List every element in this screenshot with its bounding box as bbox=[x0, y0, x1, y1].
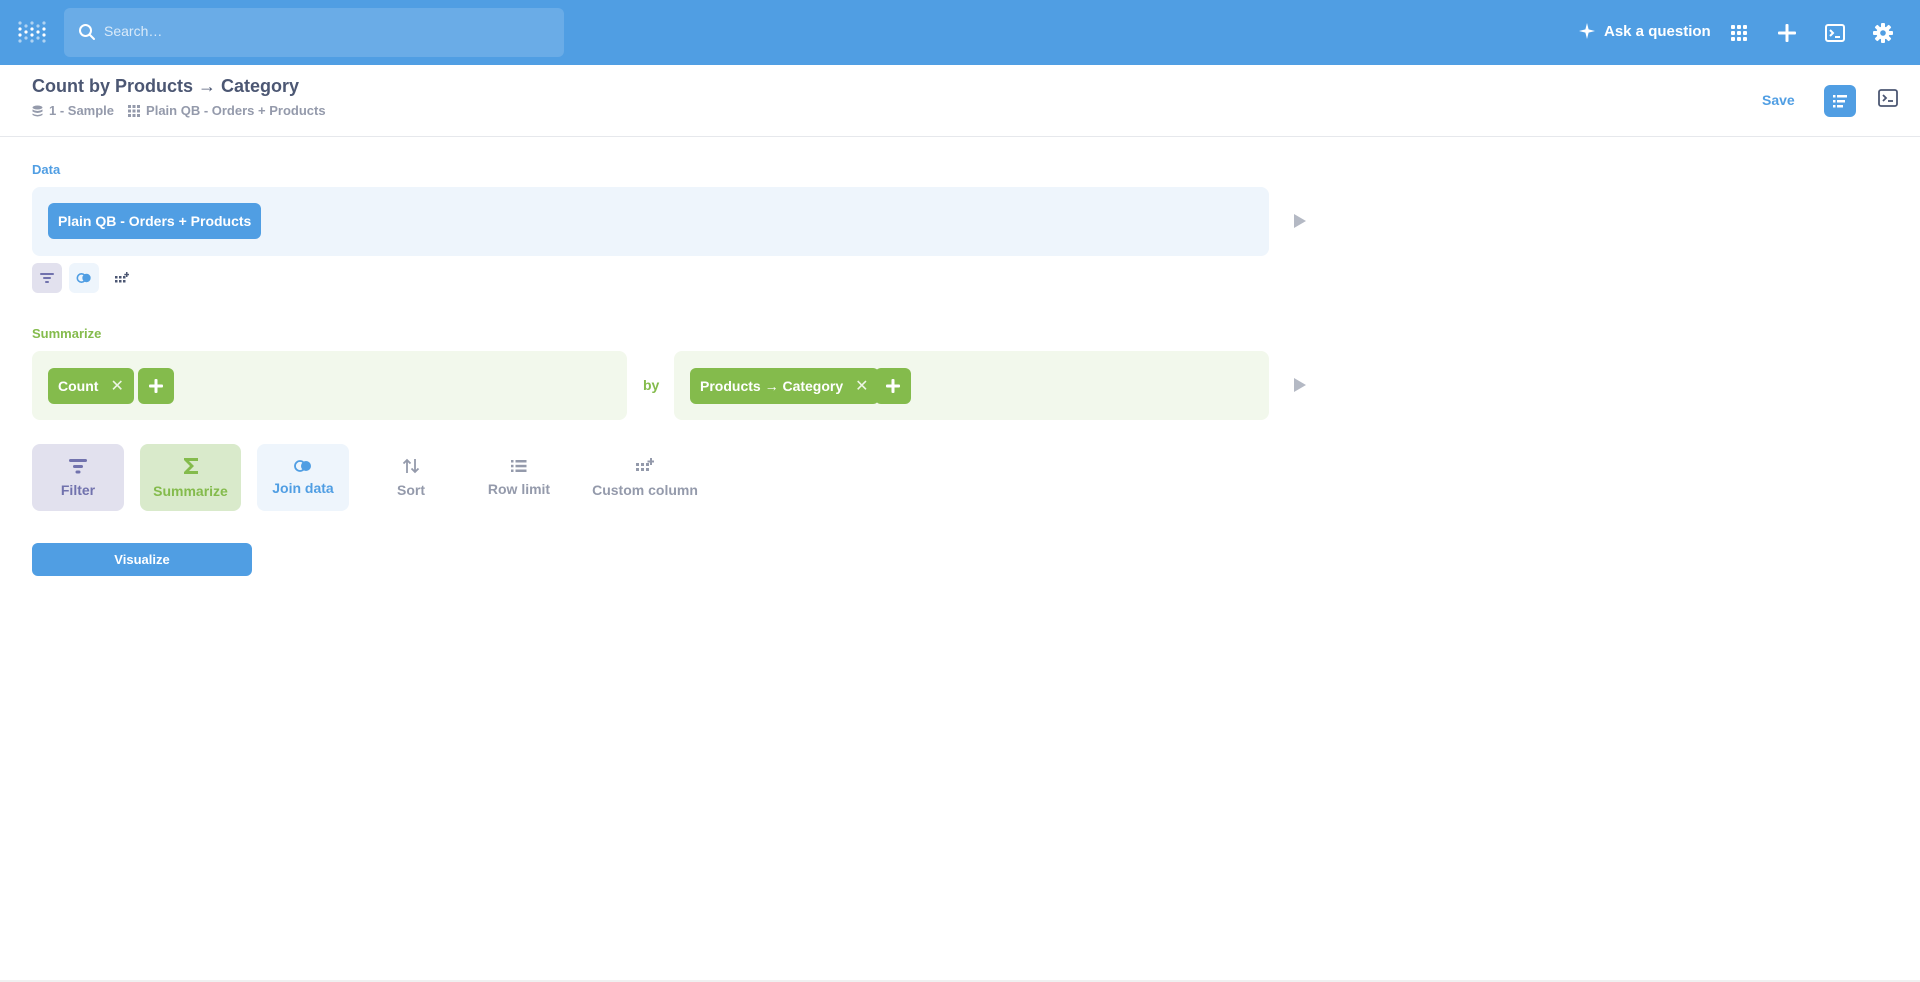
sql-editor-icon[interactable] bbox=[1878, 88, 1898, 108]
join-data-step-button[interactable]: Join data bbox=[257, 444, 349, 511]
mini-filter-button[interactable] bbox=[32, 263, 62, 293]
breadcrumb-table[interactable]: Plain QB - Orders + Products bbox=[128, 103, 326, 118]
metric-pill-count[interactable]: Count ✕ bbox=[48, 368, 134, 404]
visualize-button[interactable]: Visualize bbox=[32, 543, 252, 576]
join-icon bbox=[76, 273, 91, 283]
sort-icon bbox=[402, 458, 420, 473]
filter-step-label: Filter bbox=[60, 481, 96, 498]
custom-column-step-button[interactable]: Custom column bbox=[581, 444, 709, 511]
notebook-icon bbox=[1833, 95, 1847, 108]
join-icon bbox=[294, 459, 311, 472]
filter-icon bbox=[69, 458, 87, 473]
sigma-icon bbox=[183, 457, 198, 474]
sparkle-icon bbox=[1579, 23, 1595, 39]
database-icon bbox=[32, 105, 43, 116]
ask-question-label: Ask a question bbox=[1604, 22, 1711, 40]
mini-join-button[interactable] bbox=[69, 263, 99, 293]
by-label: by bbox=[643, 377, 660, 393]
search-bar[interactable]: Search… bbox=[64, 8, 564, 57]
preview-data-arrow[interactable] bbox=[1294, 214, 1306, 228]
save-button[interactable]: Save bbox=[1762, 92, 1795, 108]
row-limit-step-label: Row limit bbox=[487, 480, 551, 497]
row-limit-step-button[interactable]: Row limit bbox=[473, 444, 565, 511]
metabase-logo-icon[interactable] bbox=[18, 18, 46, 46]
remove-breakout-close-icon[interactable]: ✕ bbox=[855, 376, 868, 396]
breadcrumb-database-label: 1 - Sample bbox=[49, 103, 115, 118]
breakout-pill-category[interactable]: Products → Category ✕ bbox=[690, 368, 879, 404]
filter-icon bbox=[40, 273, 54, 283]
add-column-icon bbox=[636, 457, 654, 471]
add-metric-button[interactable] bbox=[138, 368, 174, 404]
question-header: Count by Products → Category 1 - Sample … bbox=[0, 65, 1920, 137]
breadcrumb: 1 - Sample Plain QB - Orders + Products bbox=[32, 103, 340, 118]
plus-icon[interactable] bbox=[1776, 22, 1798, 44]
page-title[interactable]: Count by Products → Category bbox=[32, 76, 299, 97]
notebook-toggle-button[interactable] bbox=[1824, 85, 1856, 117]
list-icon bbox=[511, 459, 527, 472]
remove-metric-close-icon[interactable]: ✕ bbox=[110, 376, 123, 396]
preview-summarize-arrow[interactable] bbox=[1294, 378, 1306, 392]
summarize-step-label: Summarize bbox=[153, 482, 228, 499]
sort-step-label: Sort bbox=[397, 481, 425, 498]
sort-step-button[interactable]: Sort bbox=[365, 444, 457, 511]
join-data-step-label: Join data bbox=[272, 479, 334, 496]
add-breakout-button[interactable] bbox=[875, 368, 911, 404]
summarize-section-label: Summarize bbox=[32, 326, 102, 341]
search-icon bbox=[79, 24, 95, 40]
custom-column-step-label: Custom column bbox=[592, 481, 698, 498]
breadcrumb-database[interactable]: 1 - Sample bbox=[32, 103, 114, 118]
breadcrumb-table-label: Plain QB - Orders + Products bbox=[146, 103, 326, 118]
ask-question-button[interactable]: Ask a question bbox=[1578, 22, 1711, 40]
search-input[interactable]: Search… bbox=[104, 23, 162, 39]
gear-icon[interactable] bbox=[1872, 22, 1894, 44]
plus-icon bbox=[886, 379, 900, 393]
filter-step-button[interactable]: Filter bbox=[32, 444, 124, 511]
grid-icon[interactable] bbox=[1728, 22, 1750, 44]
metric-pill-label: Count bbox=[58, 378, 99, 394]
data-step-box: Plain QB - Orders + Products bbox=[32, 187, 1269, 256]
data-source-pill[interactable]: Plain QB - Orders + Products bbox=[48, 203, 262, 239]
summarize-step-button[interactable]: Summarize bbox=[140, 444, 241, 511]
table-grid-icon bbox=[128, 104, 141, 117]
breakout-pill-label: Products → Category bbox=[700, 378, 844, 394]
plus-icon bbox=[149, 379, 163, 393]
add-column-icon bbox=[115, 271, 129, 282]
mini-custom-column-button[interactable] bbox=[107, 263, 137, 293]
top-navbar: Search… Ask a question bbox=[0, 0, 1920, 65]
console-icon[interactable] bbox=[1824, 22, 1846, 44]
summarize-breakout-box: Products → Category ✕ bbox=[674, 351, 1269, 420]
data-section-label: Data bbox=[32, 162, 61, 177]
summarize-metrics-box: Count ✕ bbox=[32, 351, 627, 420]
